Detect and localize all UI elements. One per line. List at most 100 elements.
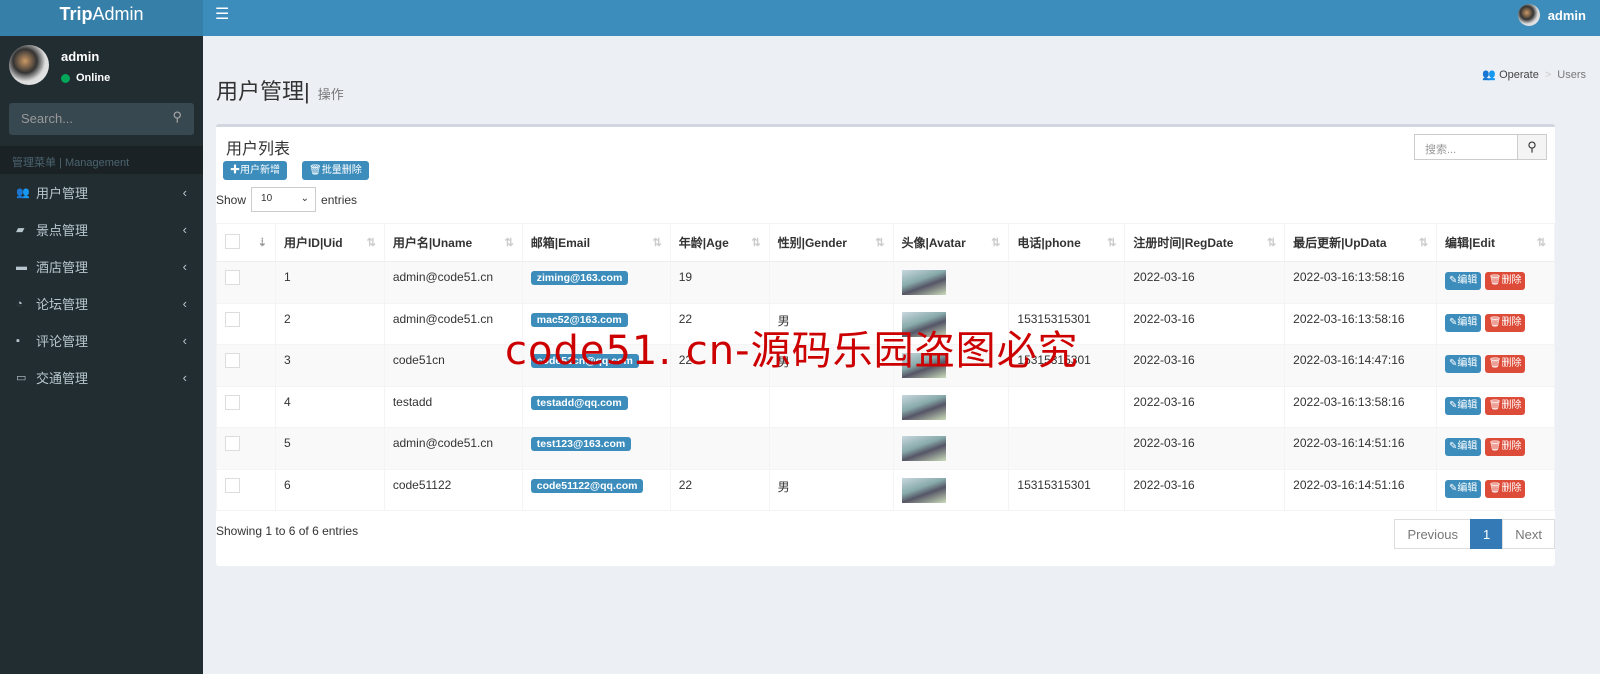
page-1-button[interactable]: 1: [1470, 519, 1504, 549]
update-cell: 2022-03-16:14:51:16: [1284, 468, 1438, 511]
previous-button[interactable]: Previous: [1394, 519, 1472, 549]
row-checkbox[interactable]: [225, 311, 240, 327]
row-checkbox[interactable]: [225, 353, 240, 368]
delete-button[interactable]: 🗑删除: [1484, 272, 1526, 290]
row-checkbox[interactable]: [225, 436, 240, 451]
top-navbar: ☰ admin: [203, 0, 1600, 36]
sort-icon[interactable]: ⇅: [367, 236, 376, 249]
sort-icon[interactable]: ⇅: [875, 236, 884, 249]
sort-icon[interactable]: ⇅: [1107, 236, 1116, 249]
brand-logo[interactable]: TripAdmin: [0, 0, 203, 36]
age-cell: [669, 427, 770, 470]
chevron-left-icon: ‹: [182, 333, 187, 348]
breadcrumb-users: Users: [1557, 69, 1586, 81]
uid-cell: 2: [274, 302, 385, 345]
table-search: 搜索... ⚲: [1414, 134, 1547, 160]
edit-button[interactable]: ✎编辑: [1445, 396, 1482, 415]
sidebar-item-0[interactable]: 👥 用户管理 ‹: [0, 174, 203, 211]
column-header[interactable]: 年龄|Age ⇅: [669, 223, 770, 262]
user-panel: admin Online: [9, 45, 110, 85]
column-header[interactable]: 用户ID|Uid ⇅: [274, 223, 385, 262]
sidebar-item-3[interactable]: ◔ 论坛管理 ‹: [0, 285, 203, 322]
edit-button[interactable]: ✎编辑: [1445, 313, 1482, 332]
sort-icon[interactable]: ⇅: [751, 236, 760, 249]
chevron-left-icon: ‹: [182, 222, 187, 237]
page-size-control: Show 10 ⌄ entries: [216, 187, 357, 212]
row-checkbox[interactable]: [225, 270, 240, 285]
uid-cell: 5: [274, 427, 385, 470]
delete-button[interactable]: 🗑删除: [1484, 479, 1526, 498]
sort-icon[interactable]: ⇅: [1419, 236, 1428, 249]
column-header[interactable]: 性别|Gender ⇅: [768, 223, 894, 262]
sort-icon[interactable]: ⇅: [1267, 236, 1276, 249]
column-header[interactable]: 头像|Avatar ⇅: [892, 223, 1010, 262]
book-icon: ▰: [16, 224, 25, 236]
row-checkbox[interactable]: [225, 394, 240, 410]
user-menu[interactable]: admin: [1517, 4, 1586, 26]
regdate-cell: 2022-03-16: [1124, 427, 1286, 470]
sort-icon[interactable]: ⇅: [653, 236, 662, 249]
column-header[interactable]: 用户名|Uname ⇅: [383, 223, 523, 262]
batch-delete-button[interactable]: 🗑批量删除: [302, 161, 369, 180]
sort-icon[interactable]: ⇅: [991, 236, 1000, 249]
table-row: 6 code51122 code51122@qq.com 22 男 153153…: [216, 468, 1555, 511]
update-cell: 2022-03-16:14:51:16: [1284, 427, 1438, 470]
edit-button[interactable]: ✎编辑: [1445, 355, 1482, 373]
sidebar-item-1[interactable]: ▰ 景点管理 ‹: [0, 211, 203, 248]
column-header[interactable]: 注册时间|RegDate ⇅: [1124, 223, 1286, 262]
delete-button[interactable]: 🗑删除: [1484, 438, 1526, 456]
column-header[interactable]: 邮箱|Email ⇅: [521, 223, 671, 262]
edit-button[interactable]: ✎编辑: [1445, 272, 1482, 290]
delete-button[interactable]: 🗑删除: [1484, 313, 1526, 332]
select-all-checkbox[interactable]: [225, 233, 240, 249]
regdate-cell: 2022-03-16: [1124, 261, 1286, 304]
edit-button[interactable]: ✎编辑: [1445, 438, 1482, 456]
regdate-cell: 2022-03-16: [1124, 344, 1286, 387]
pagination: Previous 1 Next: [1394, 519, 1555, 549]
sort-icon[interactable]: ⇅: [1537, 236, 1546, 249]
next-button[interactable]: Next: [1502, 519, 1555, 549]
column-header[interactable]: 最后更新|UpData ⇅: [1284, 223, 1438, 262]
sidebar-item-5[interactable]: ▭ 交通管理 ‹: [0, 359, 203, 396]
page-subtitle: 操作: [317, 87, 344, 102]
status-badge: Online: [61, 72, 110, 84]
column-header[interactable]: 编辑|Edit ⇅: [1436, 223, 1555, 262]
delete-button[interactable]: 🗑删除: [1484, 355, 1526, 373]
sidebar-item-2[interactable]: ▬ 酒店管理 ‹: [0, 248, 203, 285]
table-search-input[interactable]: 搜索...: [1414, 134, 1518, 160]
menu-toggle-icon[interactable]: ☰: [215, 4, 229, 24]
update-cell: 2022-03-16:13:58:16: [1284, 302, 1438, 345]
table-info: Showing 1 to 6 of 6 entries: [216, 524, 359, 538]
avatar-image: [901, 477, 946, 503]
menu-section-header: 管理菜单 | Management: [0, 146, 203, 174]
column-header[interactable]: 电话|phone ⇅: [1008, 223, 1126, 262]
edit-button[interactable]: ✎编辑: [1445, 479, 1482, 498]
sidebar-item-4[interactable]: ▪ 评论管理 ‹: [0, 322, 203, 359]
add-user-button[interactable]: ✚用户新增: [223, 161, 287, 180]
uid-cell: 1: [274, 261, 385, 304]
page-size-select[interactable]: 10 ⌄: [251, 187, 317, 212]
rss-icon: ◔: [16, 297, 23, 310]
phone-cell: 15315315301: [1008, 468, 1126, 511]
avatar: [1517, 4, 1540, 26]
row-checkbox[interactable]: [225, 477, 240, 493]
sidebar-search-input[interactable]: Search... ⚲: [9, 103, 194, 135]
age-cell: [669, 385, 770, 428]
search-button[interactable]: ⚲: [1518, 134, 1547, 160]
watermark: code51. cn-源码乐园盗图必究: [505, 328, 1079, 374]
email-label: testadd@qq.com: [530, 395, 628, 410]
update-cell: 2022-03-16:14:47:16: [1284, 344, 1438, 387]
users-icon: 👥: [16, 187, 30, 199]
breadcrumb-operate[interactable]: Operate: [1499, 69, 1539, 81]
uname-cell: testadd: [383, 385, 523, 428]
search-icon[interactable]: ⚲: [172, 109, 182, 125]
regdate-cell: 2022-03-16: [1124, 468, 1286, 511]
sort-icon[interactable]: ⇅: [505, 236, 514, 249]
delete-button[interactable]: 🗑删除: [1484, 396, 1526, 415]
regdate-cell: 2022-03-16: [1124, 302, 1286, 345]
sort-asc-icon[interactable]: ⇣: [258, 236, 267, 249]
avatar-image: [901, 394, 946, 420]
update-cell: 2022-03-16:13:58:16: [1284, 261, 1438, 304]
uname-cell: admin@code51.cn: [383, 302, 523, 345]
age-cell: 22: [669, 468, 770, 511]
